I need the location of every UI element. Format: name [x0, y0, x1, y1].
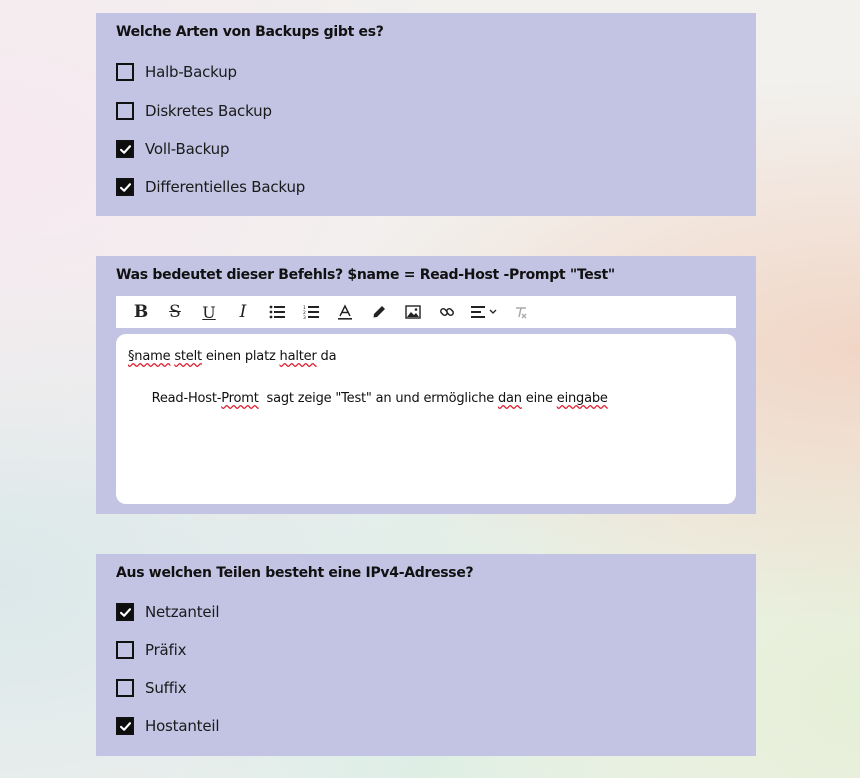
answer-text: Read-Host-: [151, 391, 222, 406]
checkmark-icon: [119, 144, 131, 154]
checkbox[interactable]: [116, 641, 134, 659]
svg-text:3: 3: [303, 315, 306, 319]
checkbox[interactable]: [116, 178, 134, 196]
checkbox[interactable]: [116, 102, 134, 120]
answer-text: da: [316, 349, 337, 364]
answer-text: dan: [497, 391, 522, 406]
answer-text: §name: [128, 349, 171, 364]
answer-text: Promt: [221, 391, 259, 406]
question-title: Was bedeutet dieser Befehls? $name = Rea…: [116, 267, 615, 283]
option-label: Hostanteil: [145, 717, 220, 735]
option-voll-backup[interactable]: Voll-Backup: [116, 138, 229, 160]
highlight-pen-icon[interactable]: [362, 296, 396, 328]
underline-icon[interactable]: U: [192, 296, 226, 328]
editor-toolbar: B S U I 123: [116, 296, 736, 328]
checkmark-icon: [119, 607, 131, 617]
answer-text: einen platz: [201, 349, 280, 364]
option-halb-backup[interactable]: Halb-Backup: [116, 61, 237, 83]
answer-textarea[interactable]: §name stelt einen platz halter da Read-H…: [116, 334, 736, 504]
checkbox[interactable]: [116, 63, 134, 81]
strikethrough-icon[interactable]: S: [158, 296, 192, 328]
option-label: Differentielles Backup: [145, 178, 306, 196]
chevron-down-icon: [489, 309, 497, 314]
bullet-list-icon[interactable]: [260, 296, 294, 328]
question-card-command: Was bedeutet dieser Befehls? $name = Rea…: [96, 256, 756, 514]
option-label: Diskretes Backup: [145, 102, 272, 120]
bold-icon[interactable]: B: [124, 296, 158, 328]
question-card-ipv4: Aus welchen Teilen besteht eine IPv4-Adr…: [96, 554, 756, 756]
option-praefix[interactable]: Präfix: [116, 639, 186, 661]
answer-text: eingabe: [556, 391, 608, 406]
option-label: Suffix: [145, 679, 187, 697]
option-differentielles-backup[interactable]: Differentielles Backup: [116, 176, 305, 198]
option-label: Voll-Backup: [145, 140, 230, 158]
checkbox[interactable]: [116, 717, 134, 735]
numbered-list-icon[interactable]: 123: [294, 296, 328, 328]
option-diskretes-backup[interactable]: Diskretes Backup: [116, 100, 272, 122]
answer-text: sagt zeige "Test" an und ermögliche: [258, 391, 498, 406]
option-label: Netzanteil: [145, 603, 220, 621]
question-title: Aus welchen Teilen besteht eine IPv4-Adr…: [116, 565, 474, 581]
answer-text: stelt: [174, 349, 202, 364]
answer-text: eine: [521, 391, 557, 406]
checkbox[interactable]: [116, 603, 134, 621]
checkmark-icon: [119, 182, 131, 192]
option-suffix[interactable]: Suffix: [116, 677, 187, 699]
checkbox[interactable]: [116, 140, 134, 158]
question-card-backups: Welche Arten von Backups gibt es? Halb-B…: [96, 13, 756, 216]
answer-line-2: Read-Host-Promt sagt zeige "Test" an und…: [128, 367, 724, 430]
link-icon[interactable]: [430, 296, 464, 328]
clear-format-icon[interactable]: [504, 296, 538, 328]
image-icon[interactable]: [396, 296, 430, 328]
italic-icon[interactable]: I: [226, 296, 260, 328]
answer-text: halter: [279, 349, 317, 364]
option-label: Halb-Backup: [145, 63, 237, 81]
question-title: Welche Arten von Backups gibt es?: [116, 24, 384, 40]
align-dropdown-icon[interactable]: [464, 296, 504, 328]
text-color-icon[interactable]: [328, 296, 362, 328]
option-hostanteil[interactable]: Hostanteil: [116, 715, 219, 737]
option-label: Präfix: [145, 641, 187, 659]
checkmark-icon: [119, 721, 131, 731]
option-netzanteil[interactable]: Netzanteil: [116, 601, 220, 623]
checkbox[interactable]: [116, 679, 134, 697]
answer-line-1: §name stelt einen platz halter da: [128, 346, 724, 367]
